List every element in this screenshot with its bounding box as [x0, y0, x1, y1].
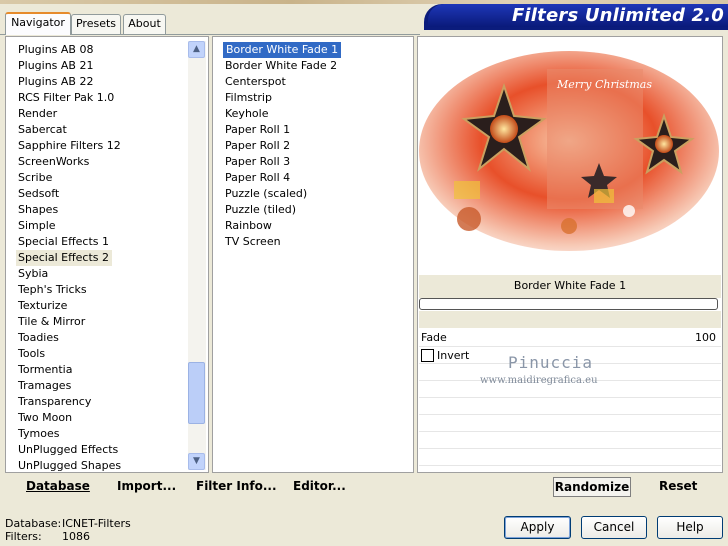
apply-button[interactable]: Apply — [504, 516, 571, 539]
category-item[interactable]: Scribe — [18, 170, 52, 186]
filter-item[interactable]: Paper Roll 1 — [225, 122, 290, 138]
category-item[interactable]: Sabercat — [18, 122, 67, 138]
filter-list[interactable]: Border White Fade 1 Border White Fade 2 Ce… — [212, 36, 414, 473]
category-item[interactable]: Sapphire Filters 12 — [18, 138, 121, 154]
category-scrollbar[interactable]: ▲ ▼ — [188, 41, 206, 470]
editor-button[interactable]: Editor... — [293, 479, 346, 493]
tab-presets[interactable]: Presets — [71, 14, 121, 34]
category-list[interactable]: Plugins AB 08 Plugins AB 21 Plugins AB 22 R… — [5, 36, 209, 473]
filter-item[interactable]: TV Screen — [225, 234, 281, 250]
category-item[interactable]: RCS Filter Pak 1.0 — [18, 90, 114, 106]
category-item[interactable]: Special Effects 2 — [16, 250, 113, 266]
filter-item[interactable]: Paper Roll 3 — [225, 154, 290, 170]
filter-item[interactable]: Filmstrip — [225, 90, 272, 106]
christmas-card-illustration — [419, 41, 721, 273]
category-item[interactable]: Sedsoft — [18, 186, 59, 202]
chevron-up-icon: ▲ — [193, 44, 200, 54]
cancel-button[interactable]: Cancel — [581, 516, 647, 539]
param-row — [419, 449, 721, 466]
database-button-label: Database — [26, 479, 90, 493]
tab-about-label: About — [128, 17, 161, 30]
category-item[interactable]: Transparency — [18, 394, 91, 410]
param-row — [419, 415, 721, 432]
category-item[interactable]: Shapes — [18, 202, 58, 218]
filter-info-button[interactable]: Filter Info... — [196, 479, 277, 493]
filter-item[interactable]: Keyhole — [225, 106, 268, 122]
reset-button[interactable]: Reset — [659, 479, 697, 493]
category-item[interactable]: Tile & Mirror — [18, 314, 85, 330]
status-filters-value: 1086 — [62, 530, 90, 543]
tab-about[interactable]: About — [123, 14, 166, 34]
category-item[interactable]: Render — [18, 106, 57, 122]
invert-label[interactable]: Invert — [437, 349, 469, 362]
progress-bar — [419, 298, 718, 310]
category-item[interactable]: Plugins AB 22 — [18, 74, 93, 90]
category-item[interactable]: Teph's Tricks — [18, 282, 87, 298]
filter-item[interactable]: Puzzle (scaled) — [225, 186, 307, 202]
filter-item[interactable]: Paper Roll 4 — [225, 170, 290, 186]
param-row — [419, 432, 721, 449]
filter-info-button-label: Filter Info... — [196, 479, 277, 493]
status-database-value: ICNET-Filters — [62, 517, 131, 530]
category-item[interactable]: Plugins AB 21 — [18, 58, 93, 74]
status-filters-key: Filters: — [5, 530, 42, 543]
preview-image: Merry Christmas — [419, 41, 721, 273]
status-database-key: Database: — [5, 517, 62, 530]
tab-navigator[interactable]: Navigator — [5, 12, 71, 35]
category-item[interactable]: Tormentia — [18, 362, 72, 378]
category-item[interactable]: Tymoes — [18, 426, 59, 442]
category-item[interactable]: ScreenWorks — [18, 154, 89, 170]
randomize-button[interactable]: Randomize — [553, 477, 631, 497]
category-item[interactable]: Tools — [18, 346, 45, 362]
scroll-down-button[interactable]: ▼ — [188, 453, 205, 470]
category-item[interactable]: UnPlugged Effects — [18, 442, 118, 458]
filter-item[interactable]: Puzzle (tiled) — [225, 202, 296, 218]
scroll-thumb[interactable] — [188, 362, 205, 424]
app-title: Filters Unlimited 2.0 — [511, 5, 724, 26]
import-button[interactable]: Import... — [117, 479, 176, 493]
category-item[interactable]: Plugins AB 08 — [18, 42, 93, 58]
filter-item[interactable]: Paper Roll 2 — [225, 138, 290, 154]
watermark-url: www.maidiregrafica.eu — [480, 375, 598, 386]
filter-item[interactable]: Border White Fade 2 — [225, 58, 337, 74]
category-item[interactable]: UnPlugged Shapes — [18, 458, 121, 474]
category-item[interactable]: Special Effects 1 — [18, 234, 109, 250]
param-row — [419, 398, 721, 415]
watermark-name: Pinuccia — [508, 353, 594, 372]
fade-value[interactable]: 100 — [690, 331, 716, 344]
filter-item[interactable]: Border White Fade 1 — [223, 42, 342, 58]
help-button[interactable]: Help — [657, 516, 723, 539]
category-item[interactable]: Tramages — [18, 378, 71, 394]
database-button[interactable]: Database — [26, 479, 90, 493]
filter-item[interactable]: Centerspot — [225, 74, 286, 90]
category-item[interactable]: Two Moon — [18, 410, 72, 426]
tab-navigator-label: Navigator — [11, 16, 65, 29]
category-item[interactable]: Toadies — [18, 330, 59, 346]
fade-label: Fade — [421, 331, 447, 344]
invert-checkbox[interactable] — [421, 349, 434, 362]
import-button-label: Import... — [117, 479, 177, 493]
chevron-down-icon: ▼ — [193, 456, 200, 466]
preview-card-text: Merry Christmas — [557, 78, 652, 91]
tab-presets-label: Presets — [75, 17, 117, 30]
category-item[interactable]: Simple — [18, 218, 56, 234]
params-header — [419, 311, 721, 328]
param-row — [419, 330, 721, 347]
category-item[interactable]: Texturize — [18, 298, 67, 314]
filter-item[interactable]: Rainbow — [225, 218, 272, 234]
editor-button-label: Editor... — [293, 479, 346, 493]
selected-filter-name: Border White Fade 1 — [419, 275, 721, 298]
category-item[interactable]: Sybia — [18, 266, 48, 282]
scroll-up-button[interactable]: ▲ — [188, 41, 205, 58]
